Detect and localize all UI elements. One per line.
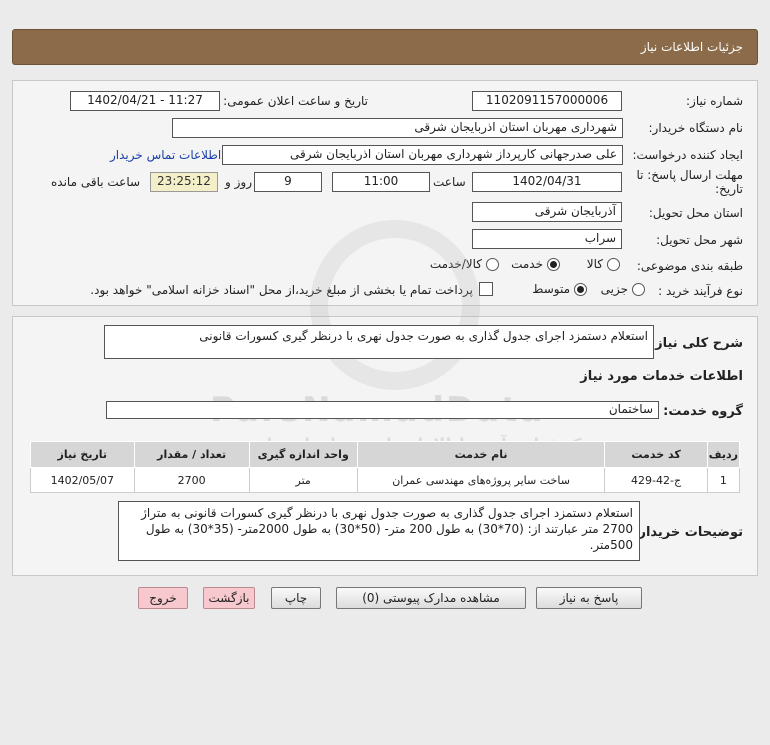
need-summary-label: شرح کلی نیاز: <box>649 336 743 351</box>
need-summary-field: استعلام دستمزد اجرای جدول گذاری به صورت … <box>104 325 654 359</box>
process-option-minor[interactable]: جزیی <box>601 282 645 296</box>
services-heading: اطلاعات خدمات مورد نیاز <box>580 369 743 384</box>
buyer-contact-link[interactable]: اطلاعات تماس خریدار <box>110 148 221 162</box>
col-unit-header: واحد اندازه گیری <box>248 441 358 468</box>
cell-row-number: 1 <box>706 467 741 493</box>
col-name-header: نام خدمت <box>356 441 606 468</box>
cell-service-code: ج-42-429 <box>604 467 708 493</box>
process-minor-label: جزیی <box>600 282 628 296</box>
remaining-label: ساعت باقی مانده <box>51 175 141 189</box>
radio-goods[interactable] <box>607 257 620 271</box>
city-label: شهر محل تحویل: <box>656 233 743 247</box>
service-group-label: گروه خدمت: <box>663 404 743 419</box>
page-header: جزئیات اطلاعات نیاز <box>12 29 758 65</box>
services-table: ردیف کد خدمت نام خدمت واحد اندازه گیری ت… <box>30 441 741 493</box>
days-label: روز و <box>225 175 252 189</box>
attachments-button[interactable]: مشاهده مدارک پیوستی (0) <box>336 587 526 609</box>
process-label: نوع فرآیند خرید : <box>658 284 743 298</box>
col-code-header: کد خدمت <box>604 441 708 468</box>
need-number-field: 1102091157000006 <box>472 91 622 111</box>
radio-medium[interactable] <box>574 282 587 296</box>
cell-quantity: 2700 <box>133 467 250 493</box>
print-button[interactable]: چاپ <box>271 587 321 609</box>
col-row-header: ردیف <box>706 441 741 468</box>
page-title: جزئیات اطلاعات نیاز <box>640 40 743 54</box>
back-button[interactable]: بازگشت <box>203 587 255 609</box>
announce-label: تاریخ و ساعت اعلان عمومی: <box>223 94 368 108</box>
city-field: سراب <box>472 229 622 249</box>
cell-unit: متر <box>248 467 358 493</box>
table-row: 1 ج-42-429 ساخت سایر پروژه‌های مهندسی عم… <box>30 467 741 493</box>
creator-label: ایجاد کننده درخواست: <box>632 148 743 162</box>
deadline-date-field: 1402/04/31 <box>472 172 622 192</box>
province-label: استان محل تحویل: <box>648 206 743 220</box>
need-number-label: شماره نیاز: <box>686 94 743 108</box>
buyer-org-field: شهرداری مهربان استان اذربایجان شرقی <box>172 118 623 138</box>
reply-button[interactable]: پاسخ به نیاز <box>536 587 642 609</box>
treasury-payment-note: پرداخت تمام یا بخشی از مبلغ خرید،از محل … <box>90 283 473 297</box>
process-option-medium[interactable]: متوسط <box>532 282 587 296</box>
radio-minor[interactable] <box>632 282 645 296</box>
announce-field: 1402/04/21 - 11:27 <box>70 91 220 111</box>
days-remaining-field: 9 <box>254 172 322 192</box>
category-option-service[interactable]: خدمت <box>511 257 560 271</box>
deadline-time-field: 11:00 <box>332 172 430 192</box>
buyer-org-label: نام دستگاه خریدار: <box>648 121 744 135</box>
category-option-goods[interactable]: کالا <box>587 257 620 271</box>
remaining-time-field: 23:25:12 <box>150 172 218 192</box>
cell-need-date: 1402/05/07 <box>30 467 135 493</box>
services-table-header: ردیف کد خدمت نام خدمت واحد اندازه گیری ت… <box>30 441 741 468</box>
service-group-field: ساختمان <box>106 401 659 419</box>
deadline-time-label: ساعت <box>433 175 466 189</box>
category-label: طبقه بندی موضوعی: <box>636 259 743 273</box>
process-medium-label: متوسط <box>532 282 570 296</box>
creator-field: علی صدرجهانی کارپرداز شهرداری مهربان است… <box>222 145 623 165</box>
buyer-desc-field: استعلام دستمزد اجرای جدول گذاری به صورت … <box>118 501 640 561</box>
category-goods-label: کالا <box>586 257 603 271</box>
deadline-label-2: تاریخ: <box>715 182 743 196</box>
exit-button[interactable]: خروج <box>138 587 188 609</box>
col-date-header: تاریخ نیاز <box>30 441 135 468</box>
province-field: آذربایجان شرقی <box>472 202 622 222</box>
deadline-label-1: مهلت ارسال پاسخ: تا <box>636 168 743 182</box>
radio-service[interactable] <box>547 257 560 271</box>
category-service-label: خدمت <box>511 257 543 271</box>
buyer-desc-label: توضیحات خریدار: <box>633 525 743 540</box>
category-option-goods-service[interactable]: کالا/خدمت <box>430 257 499 271</box>
radio-goods-service[interactable] <box>486 257 499 271</box>
col-qty-header: تعداد / مقدار <box>133 441 250 468</box>
treasury-payment-checkbox[interactable] <box>479 282 493 296</box>
category-goods-service-label: کالا/خدمت <box>429 257 482 271</box>
cell-service-name: ساخت سایر پروژه‌های مهندسی عمران <box>356 467 606 493</box>
